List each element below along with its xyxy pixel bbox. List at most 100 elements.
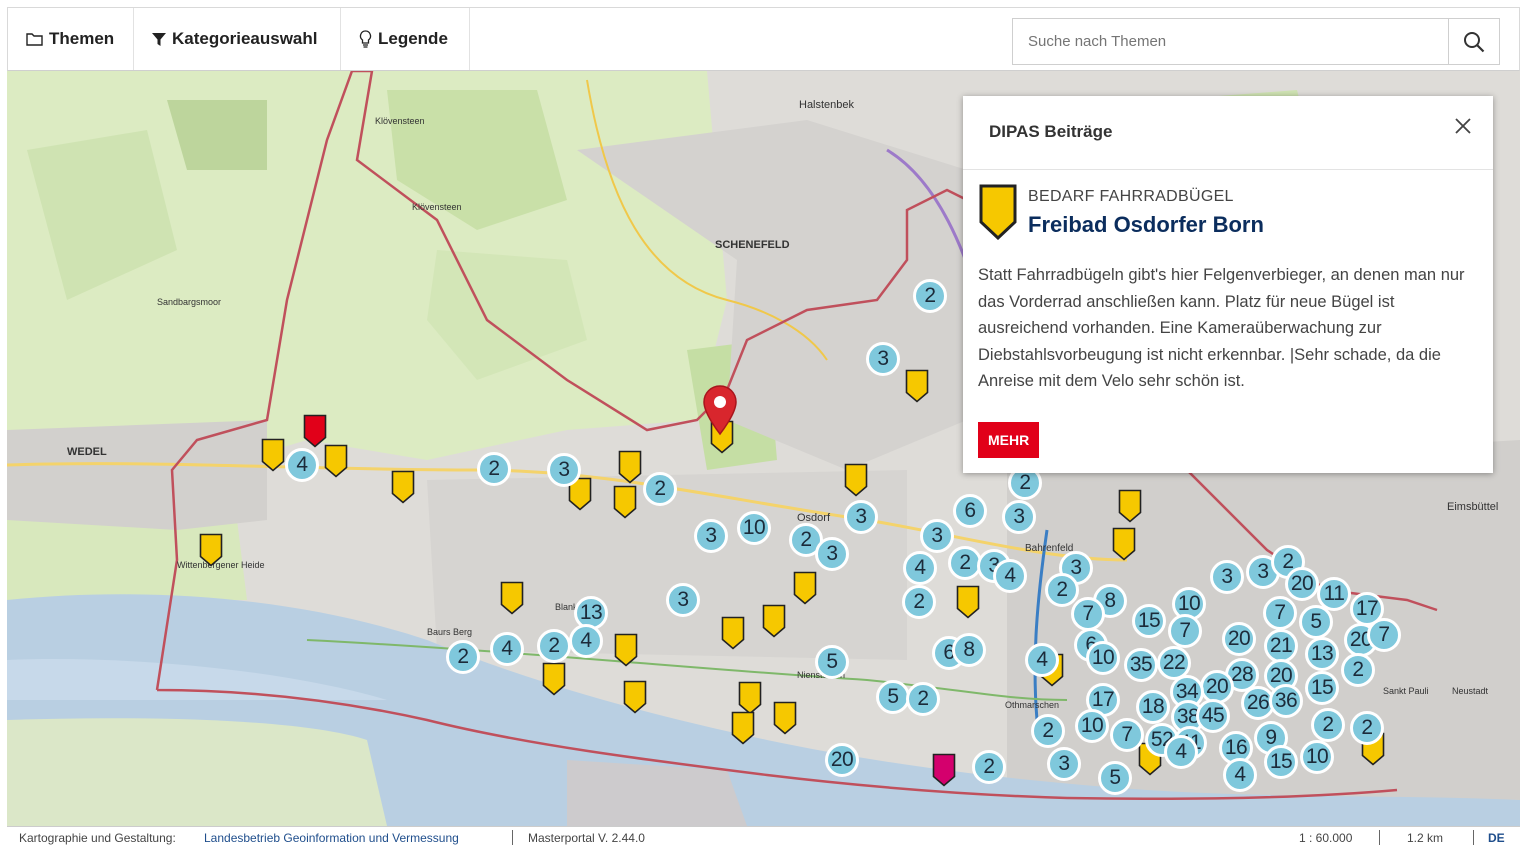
language-switch[interactable]: DE: [1488, 831, 1505, 845]
footer-separator: [1379, 830, 1380, 845]
location-marker-icon[interactable]: [702, 384, 738, 436]
search-input[interactable]: [1012, 18, 1450, 65]
footer-separator: [512, 830, 513, 845]
cluster-marker[interactable]: 4: [903, 551, 937, 585]
map-pin-icon[interactable]: [773, 701, 797, 735]
cluster-marker[interactable]: 4: [490, 632, 524, 666]
cluster-marker[interactable]: 8: [952, 633, 986, 667]
cluster-marker[interactable]: 4: [1164, 735, 1198, 769]
cluster-marker[interactable]: 3: [1210, 560, 1244, 594]
cluster-marker[interactable]: 3: [920, 519, 954, 553]
cluster-marker[interactable]: 18: [1136, 690, 1170, 724]
cluster-marker[interactable]: 2: [913, 279, 947, 313]
map-pin-icon[interactable]: [623, 680, 647, 714]
footer: Kartographie und Gestaltung: Landesbetri…: [7, 826, 1520, 848]
cluster-marker[interactable]: 2: [446, 640, 480, 674]
footer-credit-link[interactable]: Landesbetrieb Geoinformation und Vermess…: [204, 831, 459, 845]
map-pin-icon[interactable]: [618, 450, 642, 484]
map-pin-icon[interactable]: [542, 662, 566, 696]
menu-themen[interactable]: Themen: [8, 8, 134, 70]
cluster-marker[interactable]: 2: [906, 682, 940, 716]
map-pin-icon[interactable]: [324, 444, 348, 478]
cluster-marker[interactable]: 35: [1124, 648, 1158, 682]
cluster-marker[interactable]: 4: [993, 559, 1027, 593]
cluster-marker[interactable]: 2: [1045, 573, 1079, 607]
more-button[interactable]: MEHR: [978, 422, 1040, 458]
cluster-marker[interactable]: 3: [1047, 747, 1081, 781]
map-pin-icon[interactable]: [762, 604, 786, 638]
cluster-marker[interactable]: 5: [815, 645, 849, 679]
cluster-marker[interactable]: 7: [1168, 614, 1202, 648]
cluster-marker[interactable]: 3: [666, 583, 700, 617]
cluster-marker[interactable]: 2: [537, 629, 571, 663]
map-pin-icon[interactable]: [932, 753, 956, 787]
map-label-wedel: WEDEL: [67, 446, 107, 458]
cluster-marker[interactable]: 7: [1110, 718, 1144, 752]
cluster-marker[interactable]: 3: [844, 500, 878, 534]
footer-scale[interactable]: 1 : 60.000: [1299, 831, 1352, 845]
map-pin-icon[interactable]: [261, 438, 285, 472]
close-icon[interactable]: [1451, 114, 1475, 138]
cluster-marker[interactable]: 10: [1075, 709, 1109, 743]
category-pin-icon: [979, 184, 1017, 240]
cluster-marker[interactable]: 15: [1264, 745, 1298, 779]
cluster-marker[interactable]: 5: [876, 680, 910, 714]
cluster-marker[interactable]: 36: [1269, 684, 1303, 718]
cluster-marker[interactable]: 2: [477, 452, 511, 486]
cluster-marker[interactable]: 3: [694, 519, 728, 553]
map-pin-icon[interactable]: [1118, 489, 1142, 523]
cluster-marker[interactable]: 2: [972, 750, 1006, 784]
cluster-marker[interactable]: 2: [1350, 711, 1384, 745]
cluster-marker[interactable]: 3: [815, 537, 849, 571]
cluster-marker[interactable]: 20: [825, 743, 859, 777]
cluster-marker[interactable]: 13: [1305, 637, 1339, 671]
map-pin-icon[interactable]: [391, 470, 415, 504]
cluster-marker[interactable]: 15: [1305, 671, 1339, 705]
search-button[interactable]: [1448, 18, 1500, 65]
cluster-marker[interactable]: 3: [1002, 500, 1036, 534]
cluster-marker[interactable]: 10: [737, 511, 771, 545]
cluster-marker[interactable]: 2: [643, 472, 677, 506]
map-pin-icon[interactable]: [303, 414, 327, 448]
cluster-marker[interactable]: 45: [1196, 699, 1230, 733]
cluster-marker[interactable]: 6: [953, 494, 987, 528]
map-pin-icon[interactable]: [199, 533, 223, 567]
map-pin-icon[interactable]: [905, 369, 929, 403]
cluster-marker[interactable]: 3: [866, 342, 900, 376]
map-pin-icon[interactable]: [721, 616, 745, 650]
cluster-marker[interactable]: 4: [569, 624, 603, 658]
map-pin-icon[interactable]: [956, 585, 980, 619]
cluster-marker[interactable]: 7: [1071, 597, 1105, 631]
cluster-marker[interactable]: 20: [1222, 622, 1256, 656]
cluster-marker[interactable]: 20: [1285, 567, 1319, 601]
top-bar: Themen Kategorieauswahl Legende: [7, 7, 1520, 71]
map-pin-icon[interactable]: [1112, 527, 1136, 561]
cluster-marker[interactable]: 2: [902, 585, 936, 619]
map-pin-icon[interactable]: [844, 463, 868, 497]
cluster-marker[interactable]: 5: [1299, 605, 1333, 639]
map-pin-icon[interactable]: [500, 581, 524, 615]
cluster-marker[interactable]: 10: [1086, 641, 1120, 675]
cluster-marker[interactable]: 15: [1132, 604, 1166, 638]
map-pin-icon[interactable]: [731, 711, 755, 745]
cluster-marker[interactable]: 7: [1263, 596, 1297, 630]
cluster-marker[interactable]: 5: [1098, 761, 1132, 795]
cluster-marker[interactable]: 7: [1367, 618, 1401, 652]
map-pin-icon[interactable]: [793, 571, 817, 605]
cluster-marker[interactable]: 4: [1223, 758, 1257, 792]
cluster-marker[interactable]: 2: [1031, 714, 1065, 748]
cluster-marker[interactable]: 2: [1311, 708, 1345, 742]
popup-heading: DIPAS Beiträge: [989, 122, 1113, 141]
menu-kategorieauswahl[interactable]: Kategorieauswahl: [134, 8, 341, 70]
footer-credit-prefix: Kartographie und Gestaltung:: [19, 831, 176, 845]
cluster-marker[interactable]: 4: [285, 448, 319, 482]
cluster-marker[interactable]: 2: [1341, 653, 1375, 687]
map-pin-icon[interactable]: [738, 681, 762, 715]
map-pin-icon[interactable]: [614, 633, 638, 667]
cluster-marker[interactable]: 3: [547, 453, 581, 487]
map-pin-icon[interactable]: [613, 485, 637, 519]
cluster-marker[interactable]: 10: [1300, 740, 1334, 774]
cluster-marker[interactable]: 4: [1025, 643, 1059, 677]
menu-legende[interactable]: Legende: [341, 8, 470, 70]
cluster-marker[interactable]: 21: [1264, 629, 1298, 663]
